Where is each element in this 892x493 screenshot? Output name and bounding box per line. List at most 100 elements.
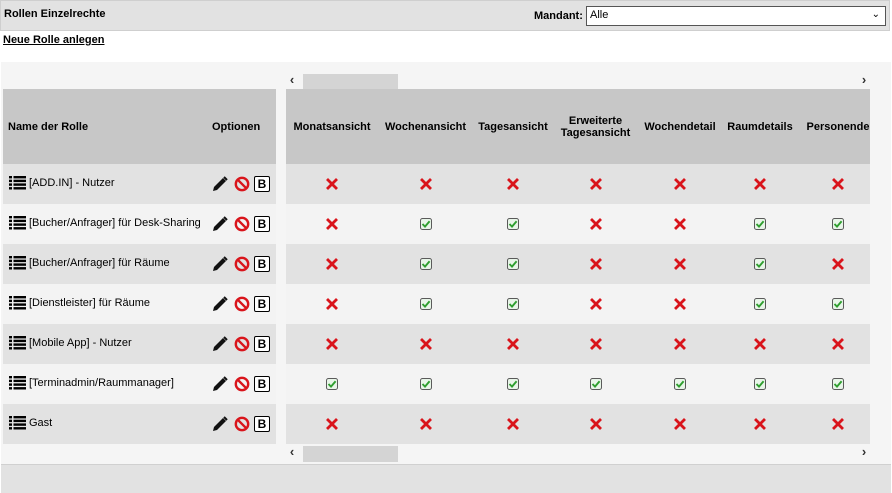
allowed-check-icon[interactable] <box>378 284 473 324</box>
denied-cross-icon[interactable] <box>553 244 638 284</box>
denied-cross-icon[interactable] <box>638 244 722 284</box>
allowed-check-icon[interactable] <box>473 284 553 324</box>
scroll-thumb[interactable] <box>303 446 398 462</box>
denied-cross-icon[interactable] <box>722 324 798 364</box>
denied-cross-icon[interactable] <box>798 404 870 444</box>
role-row: [Bucher/Anfrager] für Desk-Sharing B <box>3 204 276 244</box>
b-icon[interactable]: B <box>254 296 270 312</box>
denied-cross-icon[interactable] <box>378 404 473 444</box>
list-icon[interactable] <box>9 296 26 310</box>
denied-cross-icon[interactable] <box>378 164 473 204</box>
col-header-permission: Wochenansicht <box>384 120 467 133</box>
permission-row <box>286 164 870 204</box>
bottom-horizontal-scrollbar[interactable]: ‹ › <box>285 444 871 462</box>
denied-cross-icon[interactable] <box>638 324 722 364</box>
denied-cross-icon[interactable] <box>286 244 378 284</box>
edit-pencil-icon[interactable] <box>212 416 228 435</box>
allowed-check-icon[interactable] <box>798 284 870 324</box>
edit-pencil-icon[interactable] <box>212 376 228 395</box>
denied-cross-icon[interactable] <box>553 284 638 324</box>
mandant-label: Mandant: <box>534 10 583 22</box>
denied-cross-icon[interactable] <box>798 244 870 284</box>
edit-pencil-icon[interactable] <box>212 336 228 355</box>
allowed-check-icon[interactable] <box>286 364 378 404</box>
denied-cross-icon[interactable] <box>638 204 722 244</box>
allowed-check-icon[interactable] <box>553 364 638 404</box>
denied-cross-icon[interactable] <box>553 404 638 444</box>
denied-cross-icon[interactable] <box>286 204 378 244</box>
denied-cross-icon[interactable] <box>553 204 638 244</box>
new-role-link[interactable]: Neue Rolle anlegen <box>3 34 104 46</box>
list-icon[interactable] <box>9 376 26 390</box>
edit-pencil-icon[interactable] <box>212 256 228 275</box>
col-header-permission: Tagesansicht <box>478 120 548 133</box>
denied-cross-icon[interactable] <box>638 164 722 204</box>
permission-matrix-header: Monatsansicht Wochenansicht Tagesansicht Er… <box>286 89 870 164</box>
denied-cross-icon[interactable] <box>722 404 798 444</box>
delete-forbidden-icon[interactable] <box>234 336 250 355</box>
edit-pencil-icon[interactable] <box>212 176 228 195</box>
permission-row <box>286 244 870 284</box>
allowed-check-icon[interactable] <box>798 364 870 404</box>
denied-cross-icon[interactable] <box>286 164 378 204</box>
list-icon[interactable] <box>9 216 26 230</box>
allowed-check-icon[interactable] <box>722 284 798 324</box>
b-icon[interactable]: B <box>254 336 270 352</box>
b-icon[interactable]: B <box>254 416 270 432</box>
delete-forbidden-icon[interactable] <box>234 296 250 315</box>
list-icon[interactable] <box>9 256 26 270</box>
allowed-check-icon[interactable] <box>473 364 553 404</box>
denied-cross-icon[interactable] <box>638 284 722 324</box>
scroll-thumb[interactable] <box>303 74 398 90</box>
denied-cross-icon[interactable] <box>553 324 638 364</box>
b-icon[interactable]: B <box>254 176 270 192</box>
mandant-select[interactable]: Alle ⌄ <box>586 6 886 26</box>
denied-cross-icon[interactable] <box>473 324 553 364</box>
denied-cross-icon[interactable] <box>798 324 870 364</box>
denied-cross-icon[interactable] <box>286 284 378 324</box>
denied-cross-icon[interactable] <box>286 404 378 444</box>
allowed-check-icon[interactable] <box>722 204 798 244</box>
denied-cross-icon[interactable] <box>286 324 378 364</box>
allowed-check-icon[interactable] <box>473 244 553 284</box>
list-icon[interactable] <box>9 416 26 430</box>
denied-cross-icon[interactable] <box>553 164 638 204</box>
allowed-check-icon[interactable] <box>378 244 473 284</box>
b-icon[interactable]: B <box>254 216 270 232</box>
allowed-check-icon[interactable] <box>722 364 798 404</box>
scroll-left-arrow-icon[interactable]: ‹ <box>285 72 299 88</box>
delete-forbidden-icon[interactable] <box>234 176 250 195</box>
delete-forbidden-icon[interactable] <box>234 416 250 435</box>
permission-row <box>286 404 870 444</box>
allowed-check-icon[interactable] <box>638 364 722 404</box>
b-icon[interactable]: B <box>254 256 270 272</box>
scroll-right-arrow-icon[interactable]: › <box>857 72 871 88</box>
edit-pencil-icon[interactable] <box>212 216 228 235</box>
col-header-permission: Wochendetail <box>644 120 716 133</box>
denied-cross-icon[interactable] <box>473 164 553 204</box>
allowed-check-icon[interactable] <box>378 364 473 404</box>
permission-row <box>286 284 870 324</box>
scroll-left-arrow-icon[interactable]: ‹ <box>285 444 299 460</box>
list-icon[interactable] <box>9 176 26 190</box>
scroll-right-arrow-icon[interactable]: › <box>857 444 871 460</box>
delete-forbidden-icon[interactable] <box>234 256 250 275</box>
denied-cross-icon[interactable] <box>473 404 553 444</box>
allowed-check-icon[interactable] <box>378 204 473 244</box>
b-icon[interactable]: B <box>254 376 270 392</box>
col-header-permission: Raumdetails <box>727 120 793 133</box>
role-name: [Dienstleister] für Räume <box>29 297 151 309</box>
list-icon[interactable] <box>9 336 26 350</box>
allowed-check-icon[interactable] <box>473 204 553 244</box>
delete-forbidden-icon[interactable] <box>234 376 250 395</box>
permission-row <box>286 364 870 404</box>
edit-pencil-icon[interactable] <box>212 296 228 315</box>
denied-cross-icon[interactable] <box>378 324 473 364</box>
top-horizontal-scrollbar[interactable]: ‹ › <box>285 72 871 90</box>
denied-cross-icon[interactable] <box>638 404 722 444</box>
denied-cross-icon[interactable] <box>798 164 870 204</box>
denied-cross-icon[interactable] <box>722 164 798 204</box>
allowed-check-icon[interactable] <box>722 244 798 284</box>
delete-forbidden-icon[interactable] <box>234 216 250 235</box>
allowed-check-icon[interactable] <box>798 204 870 244</box>
